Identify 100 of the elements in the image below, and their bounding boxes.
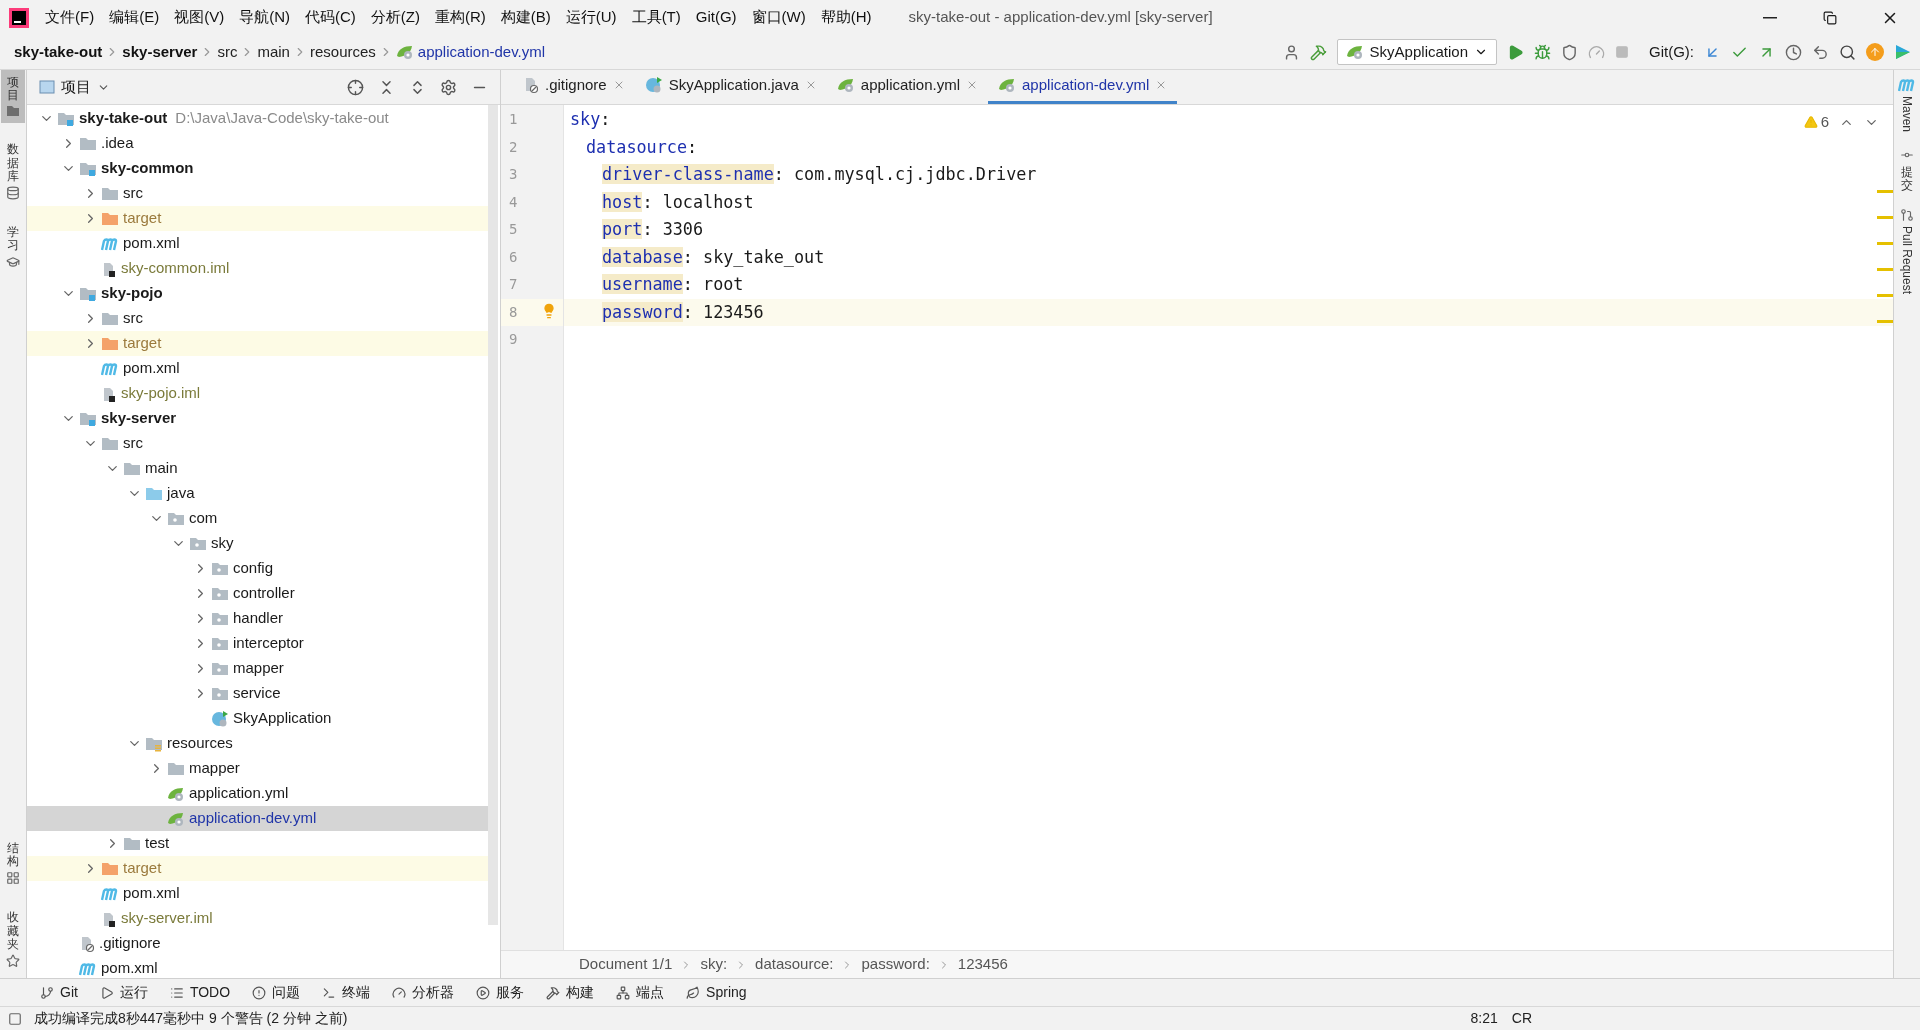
tree-item[interactable]: .gitignore: [27, 931, 488, 956]
structure-path-item[interactable]: 123456: [957, 953, 1008, 976]
tool-window-tab[interactable]: 终端: [322, 982, 371, 1003]
settings-icon[interactable]: [440, 78, 457, 96]
menu-item[interactable]: 文件(F): [38, 6, 102, 29]
editor-tab[interactable]: application-dev.yml: [988, 69, 1178, 104]
tree-item[interactable]: sky-pojo.iml: [27, 381, 488, 406]
tree-item[interactable]: interceptor: [27, 631, 488, 656]
tool-window-tab[interactable]: Git: [40, 982, 78, 1003]
breadcrumb-item[interactable]: main: [257, 40, 290, 64]
run-configuration-dropdown[interactable]: SkyApplication: [1336, 39, 1497, 65]
tree-item[interactable]: target: [27, 206, 488, 231]
tool-window-button[interactable]: 学习: [1, 219, 25, 276]
tool-window-tab[interactable]: Spring: [686, 982, 747, 1003]
tool-window-button[interactable]: Maven: [1898, 78, 1916, 133]
search-icon[interactable]: [1839, 43, 1856, 61]
tree-item[interactable]: src: [27, 431, 488, 456]
tool-window-button[interactable]: Pull Request: [1898, 208, 1916, 295]
tree-item[interactable]: target: [27, 856, 488, 881]
history-icon[interactable]: [1785, 43, 1802, 61]
tree-item[interactable]: sky-common: [27, 156, 488, 181]
tool-window-tab[interactable]: 运行: [99, 982, 148, 1003]
structure-path-item[interactable]: password:: [861, 953, 930, 976]
menu-item[interactable]: 工具(T): [624, 6, 688, 29]
tool-window-tab[interactable]: 分析器: [392, 982, 455, 1003]
tool-window-button[interactable]: 收藏夹: [1, 905, 25, 974]
menu-item[interactable]: 帮助(H): [813, 6, 879, 29]
tree-item[interactable]: handler: [27, 606, 488, 631]
editor-tab[interactable]: application.yml: [826, 69, 988, 104]
tree-item[interactable]: pom.xml: [27, 231, 488, 256]
structure-path-item[interactable]: sky:: [700, 953, 728, 976]
editor-tab[interactable]: SkyApplication.java: [634, 69, 827, 104]
run-icon[interactable]: [1507, 43, 1524, 61]
breadcrumb-item[interactable]: sky-server: [122, 40, 198, 64]
warning-count[interactable]: 6: [1803, 111, 1829, 134]
tree-item[interactable]: config: [27, 556, 488, 581]
breadcrumb-item[interactable]: src: [217, 40, 238, 64]
tree-item[interactable]: src: [27, 181, 488, 206]
editor-tab[interactable]: .gitignore: [513, 69, 635, 104]
tool-window-tab[interactable]: 构建: [546, 982, 595, 1003]
status-panel-icon[interactable]: [8, 1011, 22, 1026]
tool-window-tab[interactable]: 端点: [616, 982, 665, 1003]
tool-window-tab[interactable]: TODO: [169, 982, 231, 1003]
view-selector[interactable]: 项目: [61, 75, 110, 99]
tree-item[interactable]: sky-pojo: [27, 281, 488, 306]
tree-item[interactable]: service: [27, 681, 488, 706]
tree-item[interactable]: src: [27, 306, 488, 331]
tool-window-button[interactable]: 数据库: [1, 137, 25, 206]
tree-item[interactable]: application.yml: [27, 781, 488, 806]
tool-window-tab[interactable]: 服务: [476, 982, 525, 1003]
close-tab-icon[interactable]: [966, 79, 978, 91]
tree-item[interactable]: java: [27, 481, 488, 506]
structure-path-item[interactable]: datasource:: [755, 953, 834, 976]
tree-item[interactable]: sky: [27, 531, 488, 556]
menu-item[interactable]: 代码(C): [298, 6, 363, 29]
tool-window-button[interactable]: 提交: [1900, 148, 1914, 193]
locate-icon[interactable]: [347, 78, 364, 96]
caret-position[interactable]: 8:21: [1470, 1008, 1498, 1029]
structure-path-item[interactable]: Document 1/1: [579, 953, 673, 976]
menu-item[interactable]: 视图(V): [167, 6, 232, 29]
menu-item[interactable]: 分析(Z): [363, 6, 427, 29]
star-icon: [6, 954, 20, 968]
build-icon[interactable]: [1309, 43, 1327, 61]
tool-window-button[interactable]: 结构: [1, 836, 25, 892]
tree-item[interactable]: controller: [27, 581, 488, 606]
tree-item[interactable]: main: [27, 456, 488, 481]
tool-window-button[interactable]: 项目: [1, 70, 25, 124]
tree-item[interactable]: .idea: [27, 131, 488, 156]
tree-item[interactable]: sky-server: [27, 406, 488, 431]
menu-item[interactable]: 重构(R): [427, 6, 493, 29]
line-separator[interactable]: CR: [1511, 1008, 1532, 1029]
tree-item-label: sky-common: [101, 158, 194, 179]
menu-item[interactable]: Git(G): [688, 6, 744, 29]
debug-icon[interactable]: [1534, 43, 1551, 61]
tree-item[interactable]: SkyApplication: [27, 706, 488, 731]
menu-item[interactable]: 编辑(E): [102, 6, 167, 29]
tree-item[interactable]: resources: [27, 731, 488, 756]
tree-item[interactable]: pom.xml: [27, 956, 488, 978]
menu-item[interactable]: 运行(U): [558, 6, 624, 29]
tree-item[interactable]: mapper: [27, 756, 488, 781]
tree-item[interactable]: mapper: [27, 656, 488, 681]
tree-item[interactable]: target: [27, 331, 488, 356]
tree-item[interactable]: sky-common.iml: [27, 256, 488, 281]
breadcrumb-item[interactable]: application-dev.yml: [395, 40, 546, 64]
rollback-icon[interactable]: [1812, 43, 1829, 61]
menu-item[interactable]: 构建(B): [493, 6, 558, 29]
menu-item[interactable]: 导航(N): [232, 6, 297, 29]
tree-item[interactable]: test: [27, 831, 488, 856]
breadcrumb-item[interactable]: sky-take-out: [14, 40, 103, 64]
tree-item[interactable]: application-dev.yml: [27, 806, 488, 831]
menu-item[interactable]: 窗口(W): [744, 6, 813, 29]
tree-item[interactable]: sky-server.iml: [27, 906, 488, 931]
breadcrumb-item[interactable]: resources: [309, 40, 376, 64]
tree-item[interactable]: sky-take-out D:\Java\Java-Code\sky-take-out: [27, 106, 488, 131]
coverage-icon[interactable]: [1561, 43, 1578, 61]
scrollbar[interactable]: [488, 105, 498, 925]
tree-item[interactable]: pom.xml: [27, 356, 488, 381]
tree-item[interactable]: pom.xml: [27, 881, 488, 906]
tree-item[interactable]: com: [27, 506, 488, 531]
tool-window-tab[interactable]: 问题: [252, 982, 301, 1003]
